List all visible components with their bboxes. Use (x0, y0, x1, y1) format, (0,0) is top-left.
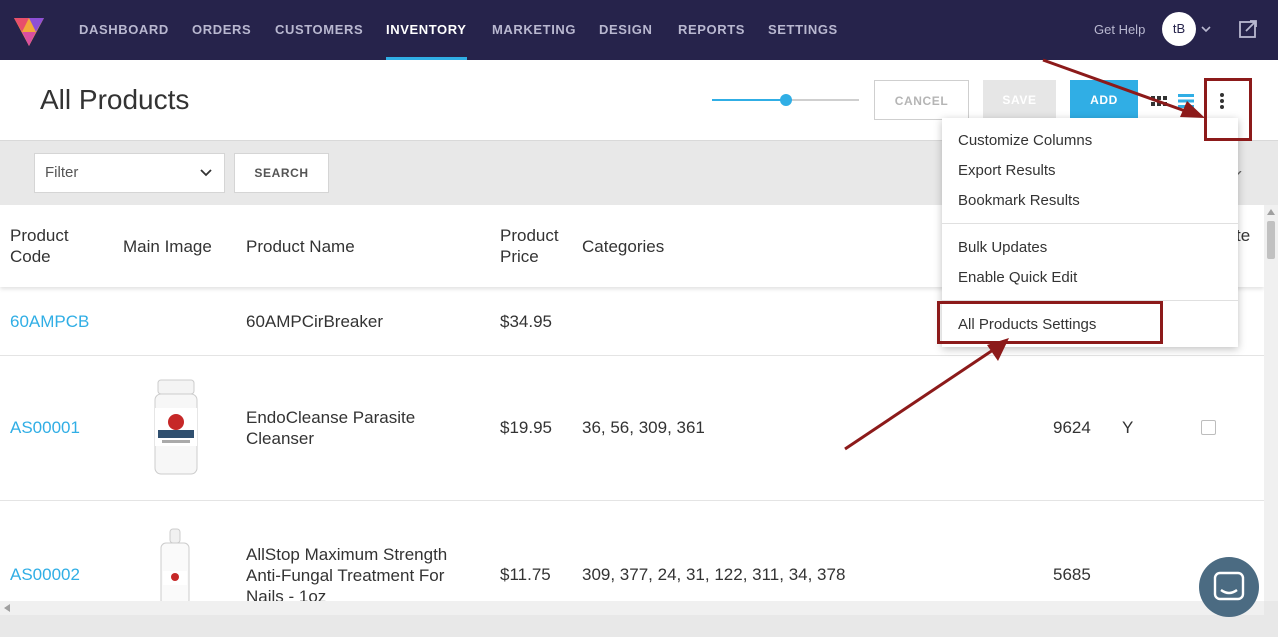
product-name: AllStop Maximum Strength Anti-Fungal Tre… (246, 545, 448, 601)
table-row[interactable]: AS00001 EndoCleanse Parasite Cleanser $1… (0, 356, 1264, 501)
list-view-icon[interactable] (1177, 92, 1195, 110)
nav-orders[interactable]: ORDERS (192, 0, 251, 60)
horizontal-scrollbar[interactable] (0, 601, 1264, 615)
external-link-icon[interactable] (1238, 19, 1258, 39)
chevron-down-icon (200, 169, 212, 177)
filter-select-label: Filter (45, 164, 79, 181)
vertical-scroll-thumb[interactable] (1267, 221, 1275, 259)
zoom-slider[interactable] (712, 94, 859, 106)
brand-logo-icon[interactable] (12, 12, 46, 48)
menu-item-customize-columns[interactable]: Customize Columns (958, 132, 1092, 149)
page-title: All Products (40, 84, 190, 115)
product-quantity: 9624 (1053, 418, 1091, 437)
nav-marketing[interactable]: MARKETING (492, 0, 576, 60)
product-categories: 36, 56, 309, 361 (582, 418, 705, 437)
product-code-link[interactable]: AS00001 (10, 418, 80, 437)
scroll-left-icon[interactable] (4, 604, 10, 612)
col-header-partial[interactable]: te (1236, 225, 1250, 246)
product-name: 60AMPCirBreaker (246, 312, 383, 331)
col-header-product-code[interactable]: Product Code (10, 225, 100, 267)
col-header-product-name[interactable]: Product Name (246, 236, 355, 257)
add-button[interactable]: ADD (1070, 80, 1138, 120)
search-button[interactable]: SEARCH (234, 153, 329, 193)
nav-reports[interactable]: REPORTS (678, 0, 745, 60)
product-categories: 309, 377, 24, 31, 122, 311, 34, 378 (582, 565, 846, 584)
nav-customers[interactable]: CUSTOMERS (275, 0, 363, 60)
save-button[interactable]: SAVE (983, 80, 1056, 120)
table-row[interactable]: AS00002 AllStop Maximum Strength Anti-Fu… (0, 501, 1264, 601)
avatar[interactable]: tB (1162, 12, 1196, 46)
filter-select[interactable]: Filter (34, 153, 225, 193)
nav-dashboard[interactable]: DASHBOARD (79, 0, 169, 60)
zoom-slider-fill (712, 99, 786, 101)
product-code-link[interactable]: 60AMPCB (10, 312, 89, 331)
scroll-up-icon[interactable] (1267, 209, 1275, 215)
menu-item-export-results[interactable]: Export Results (958, 162, 1056, 179)
product-flag: Y (1122, 418, 1134, 437)
cancel-button[interactable]: CANCEL (874, 80, 969, 120)
product-price: $11.75 (500, 565, 551, 584)
product-image-dropper[interactable] (155, 527, 195, 601)
top-nav: DASHBOARD ORDERS CUSTOMERS INVENTORY MAR… (0, 0, 1278, 60)
product-price: $19.95 (500, 418, 552, 437)
product-image-bottle[interactable] (150, 378, 202, 478)
chat-button[interactable] (1199, 557, 1259, 617)
vertical-scrollbar[interactable] (1264, 205, 1278, 601)
get-help-link[interactable]: Get Help (1094, 0, 1145, 60)
nav-design[interactable]: DESIGN (599, 0, 652, 60)
menu-item-bulk-updates[interactable]: Bulk Updates (958, 239, 1047, 256)
annotation-highlight-more-button (1204, 78, 1252, 141)
row-checkbox[interactable] (1201, 420, 1216, 435)
zoom-slider-thumb[interactable] (779, 94, 792, 106)
grid-view-icon[interactable] (1150, 92, 1168, 110)
nav-inventory[interactable]: INVENTORY (386, 0, 467, 60)
annotation-highlight-settings-item (937, 301, 1163, 344)
product-quantity: 5685 (1053, 565, 1091, 584)
col-header-categories[interactable]: Categories (582, 236, 664, 257)
nav-settings[interactable]: SETTINGS (768, 0, 838, 60)
product-price: $34.95 (500, 312, 552, 331)
chevron-down-icon[interactable] (1200, 22, 1212, 36)
menu-divider (942, 223, 1238, 224)
product-code-link[interactable]: AS00002 (10, 565, 80, 584)
menu-item-bookmark-results[interactable]: Bookmark Results (958, 192, 1080, 209)
col-header-product-price[interactable]: Product Price (500, 225, 570, 267)
menu-item-enable-quick-edit[interactable]: Enable Quick Edit (958, 269, 1077, 286)
product-name: EndoCleanse Parasite Cleanser (246, 408, 416, 448)
col-header-main-image[interactable]: Main Image (123, 236, 212, 257)
chat-icon (1213, 571, 1245, 601)
